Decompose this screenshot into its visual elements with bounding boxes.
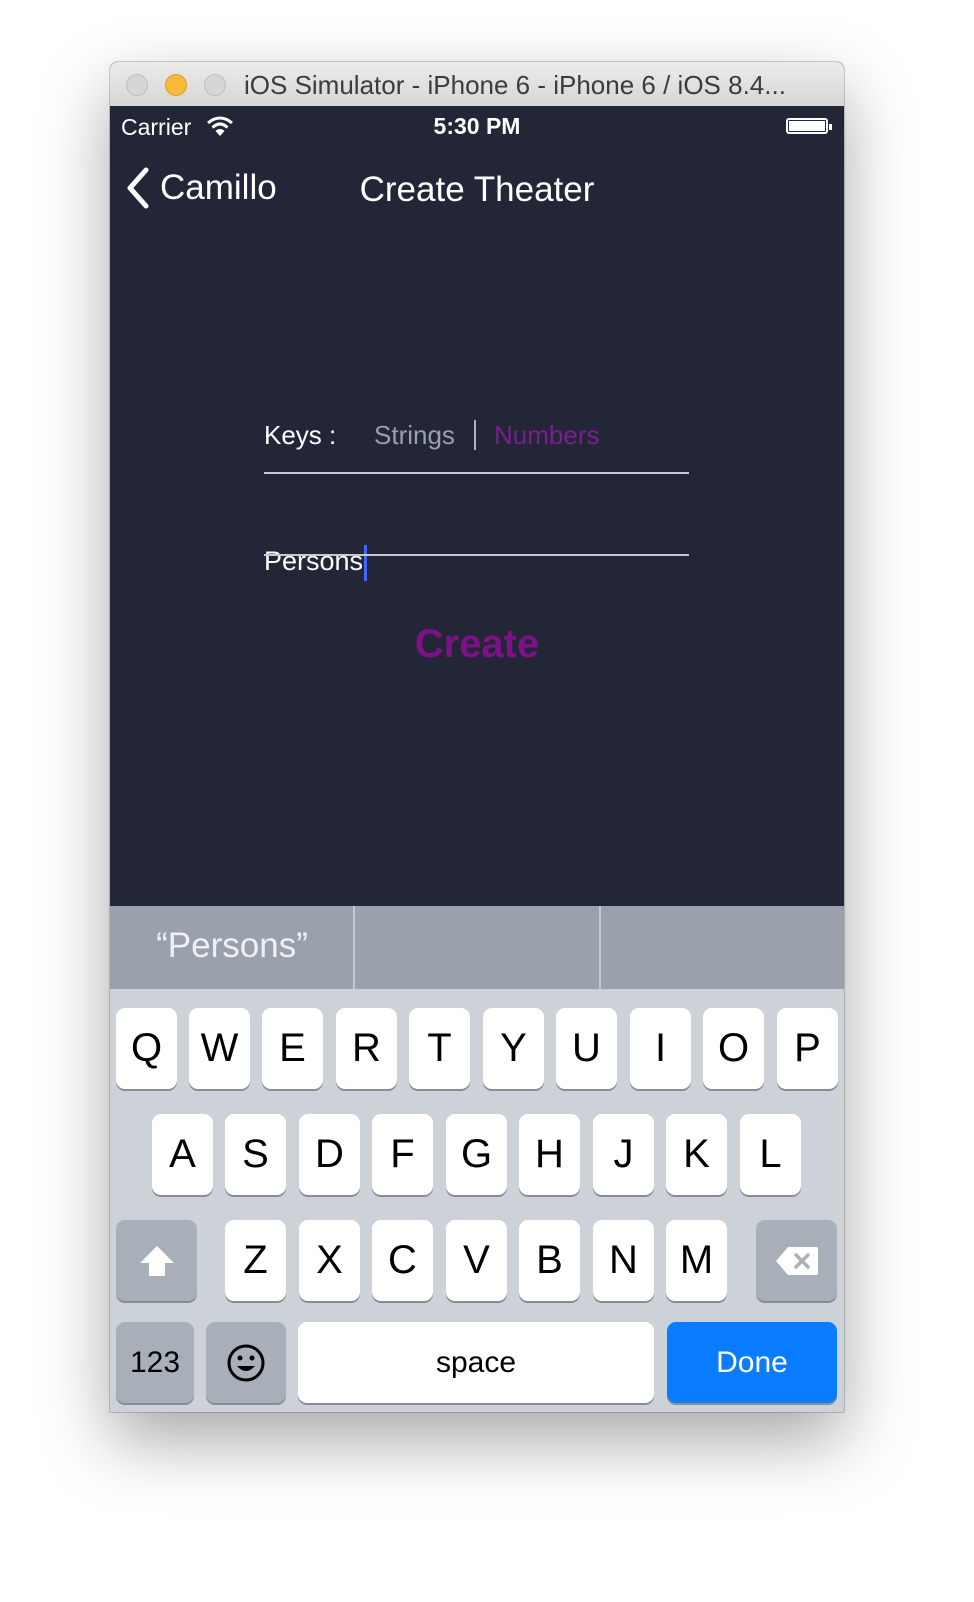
- theater-name-value: Persons: [264, 546, 364, 576]
- key-w[interactable]: W: [189, 1008, 250, 1089]
- emoji-icon: [227, 1344, 265, 1381]
- segment-numbers[interactable]: Numbers: [494, 420, 599, 451]
- key-p[interactable]: P: [777, 1008, 838, 1089]
- status-bar: Carrier 5:30 PM: [110, 106, 844, 146]
- key-b[interactable]: B: [519, 1220, 580, 1301]
- suggestion-2[interactable]: [355, 906, 599, 989]
- key-r[interactable]: R: [336, 1008, 397, 1089]
- text-cursor: [364, 544, 368, 581]
- key-y[interactable]: Y: [483, 1008, 544, 1089]
- key-m[interactable]: M: [666, 1220, 727, 1301]
- key-d[interactable]: D: [299, 1114, 360, 1195]
- backspace-icon: [775, 1246, 818, 1275]
- close-window-button[interactable]: [126, 74, 148, 96]
- done-key[interactable]: Done: [667, 1322, 837, 1403]
- page-title: Create Theater: [359, 170, 595, 209]
- segment-divider: [474, 420, 476, 450]
- emoji-key[interactable]: [206, 1322, 286, 1403]
- keyboard: Q W E R T Y U I O P A S D F G H J K L Z …: [110, 989, 844, 1412]
- key-g[interactable]: G: [446, 1114, 507, 1195]
- key-n[interactable]: N: [593, 1220, 654, 1301]
- key-f[interactable]: F: [372, 1114, 433, 1195]
- key-j[interactable]: J: [593, 1114, 654, 1195]
- key-v[interactable]: V: [446, 1220, 507, 1301]
- shift-arrow-icon: [139, 1245, 174, 1276]
- numbers-key[interactable]: 123: [116, 1322, 194, 1403]
- suggestion-3[interactable]: [601, 906, 844, 989]
- shift-key[interactable]: [116, 1220, 197, 1301]
- key-s[interactable]: S: [225, 1114, 286, 1195]
- key-z[interactable]: Z: [225, 1220, 286, 1301]
- phone-screen: Carrier 5:30 PM Camillo Create Theater K…: [110, 106, 844, 1412]
- status-time: 5:30 PM: [433, 113, 521, 139]
- key-k[interactable]: K: [666, 1114, 727, 1195]
- delete-key[interactable]: [756, 1220, 837, 1301]
- key-a[interactable]: A: [152, 1114, 213, 1195]
- key-e[interactable]: E: [262, 1008, 323, 1089]
- space-key[interactable]: space: [298, 1322, 654, 1403]
- key-u[interactable]: U: [556, 1008, 617, 1089]
- suggestion-1[interactable]: “Persons”: [110, 906, 354, 989]
- keys-row-underline: [264, 472, 689, 474]
- simulator-window: iOS Simulator - iPhone 6 - iPhone 6 / iO…: [110, 62, 844, 1412]
- window-title: iOS Simulator - iPhone 6 - iPhone 6 / iO…: [244, 70, 786, 100]
- navigation-bar: Camillo Create Theater: [110, 158, 844, 218]
- zoom-window-button[interactable]: [204, 74, 226, 96]
- keys-label: Keys :: [264, 420, 337, 450]
- theater-name-input[interactable]: Persons: [264, 542, 689, 586]
- battery-icon: [786, 118, 832, 134]
- keys-type-row: Keys : Strings Numbers: [264, 412, 689, 472]
- key-l[interactable]: L: [740, 1114, 801, 1195]
- name-input-underline: [264, 554, 689, 556]
- predictive-bar: “Persons”: [110, 906, 844, 989]
- key-x[interactable]: X: [299, 1220, 360, 1301]
- create-button[interactable]: Create: [110, 622, 844, 667]
- key-c[interactable]: C: [372, 1220, 433, 1301]
- key-h[interactable]: H: [519, 1114, 580, 1195]
- key-q[interactable]: Q: [116, 1008, 177, 1089]
- key-t[interactable]: T: [409, 1008, 470, 1089]
- key-o[interactable]: O: [703, 1008, 764, 1089]
- key-i[interactable]: I: [630, 1008, 691, 1089]
- minimize-window-button[interactable]: [165, 74, 187, 96]
- window-titlebar: iOS Simulator - iPhone 6 - iPhone 6 / iO…: [110, 62, 844, 107]
- segment-strings[interactable]: Strings: [374, 420, 455, 451]
